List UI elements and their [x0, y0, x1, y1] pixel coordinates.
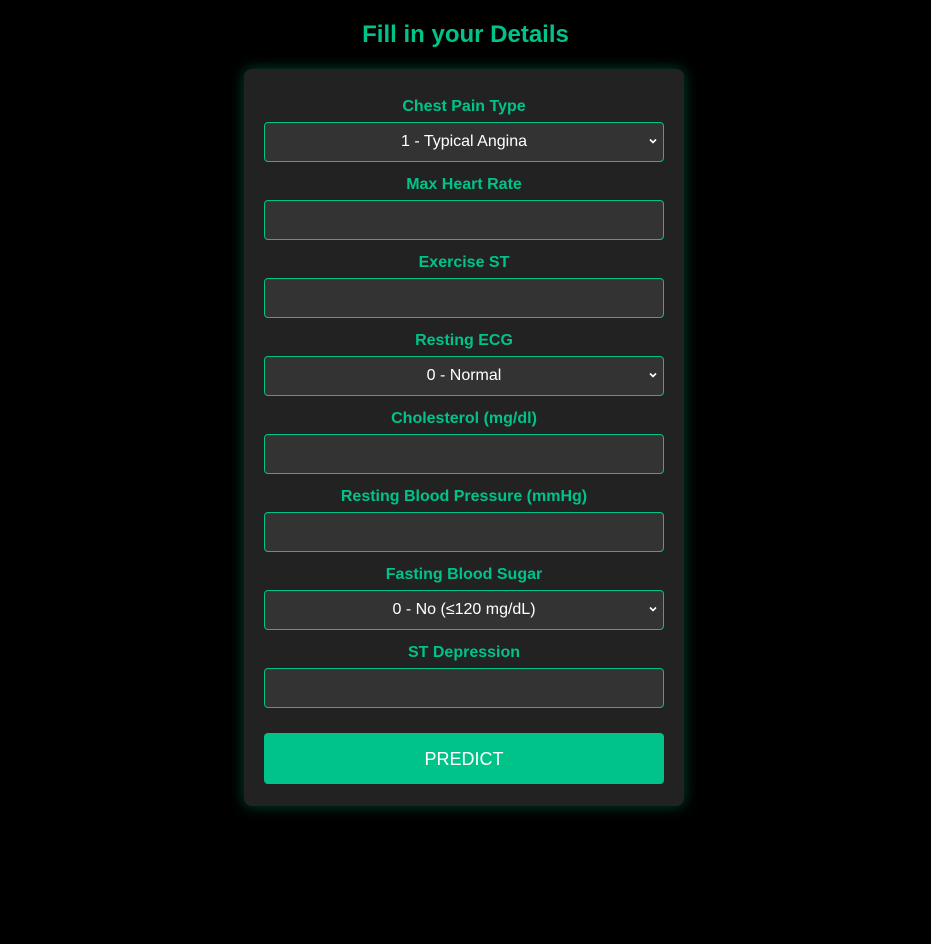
st-depression-label: ST Depression [407, 644, 521, 661]
resting-blood-pressure-label: Resting Blood Pressure (mmHg) [340, 488, 588, 505]
st-depression-input[interactable] [264, 668, 664, 708]
chevron-down-icon [649, 372, 657, 378]
chevron-down-icon [649, 606, 657, 612]
resting-ecg-value: 0 - Normal [426, 367, 502, 384]
exercise-st-label: Exercise ST [418, 254, 510, 271]
fasting-blood-sugar-select[interactable]: 0 - No (≤120 mg/dL) [264, 590, 664, 630]
resting-blood-pressure-input[interactable] [264, 512, 664, 552]
predict-button[interactable]: PREDICT [264, 733, 664, 784]
resting-ecg-label: Resting ECG [415, 332, 513, 349]
chest-pain-type-label: Chest Pain Type [402, 98, 526, 115]
details-form: Chest Pain Type 1 - Typical Angina Max H… [244, 69, 684, 806]
chest-pain-type-value: 1 - Typical Angina [400, 133, 527, 150]
cholesterol-input[interactable] [264, 434, 664, 474]
page-title: Fill in your Details [362, 21, 569, 48]
chest-pain-type-select[interactable]: 1 - Typical Angina [264, 122, 664, 162]
cholesterol-label: Cholesterol (mg/dl) [391, 410, 537, 427]
max-heart-rate-input[interactable] [264, 200, 664, 240]
max-heart-rate-label: Max Heart Rate [406, 176, 522, 193]
fasting-blood-sugar-label: Fasting Blood Sugar [385, 566, 543, 583]
exercise-st-input[interactable] [264, 278, 664, 318]
chevron-down-icon [649, 138, 657, 144]
resting-ecg-select[interactable]: 0 - Normal [264, 356, 664, 396]
fasting-blood-sugar-value: 0 - No (≤120 mg/dL) [392, 601, 536, 618]
